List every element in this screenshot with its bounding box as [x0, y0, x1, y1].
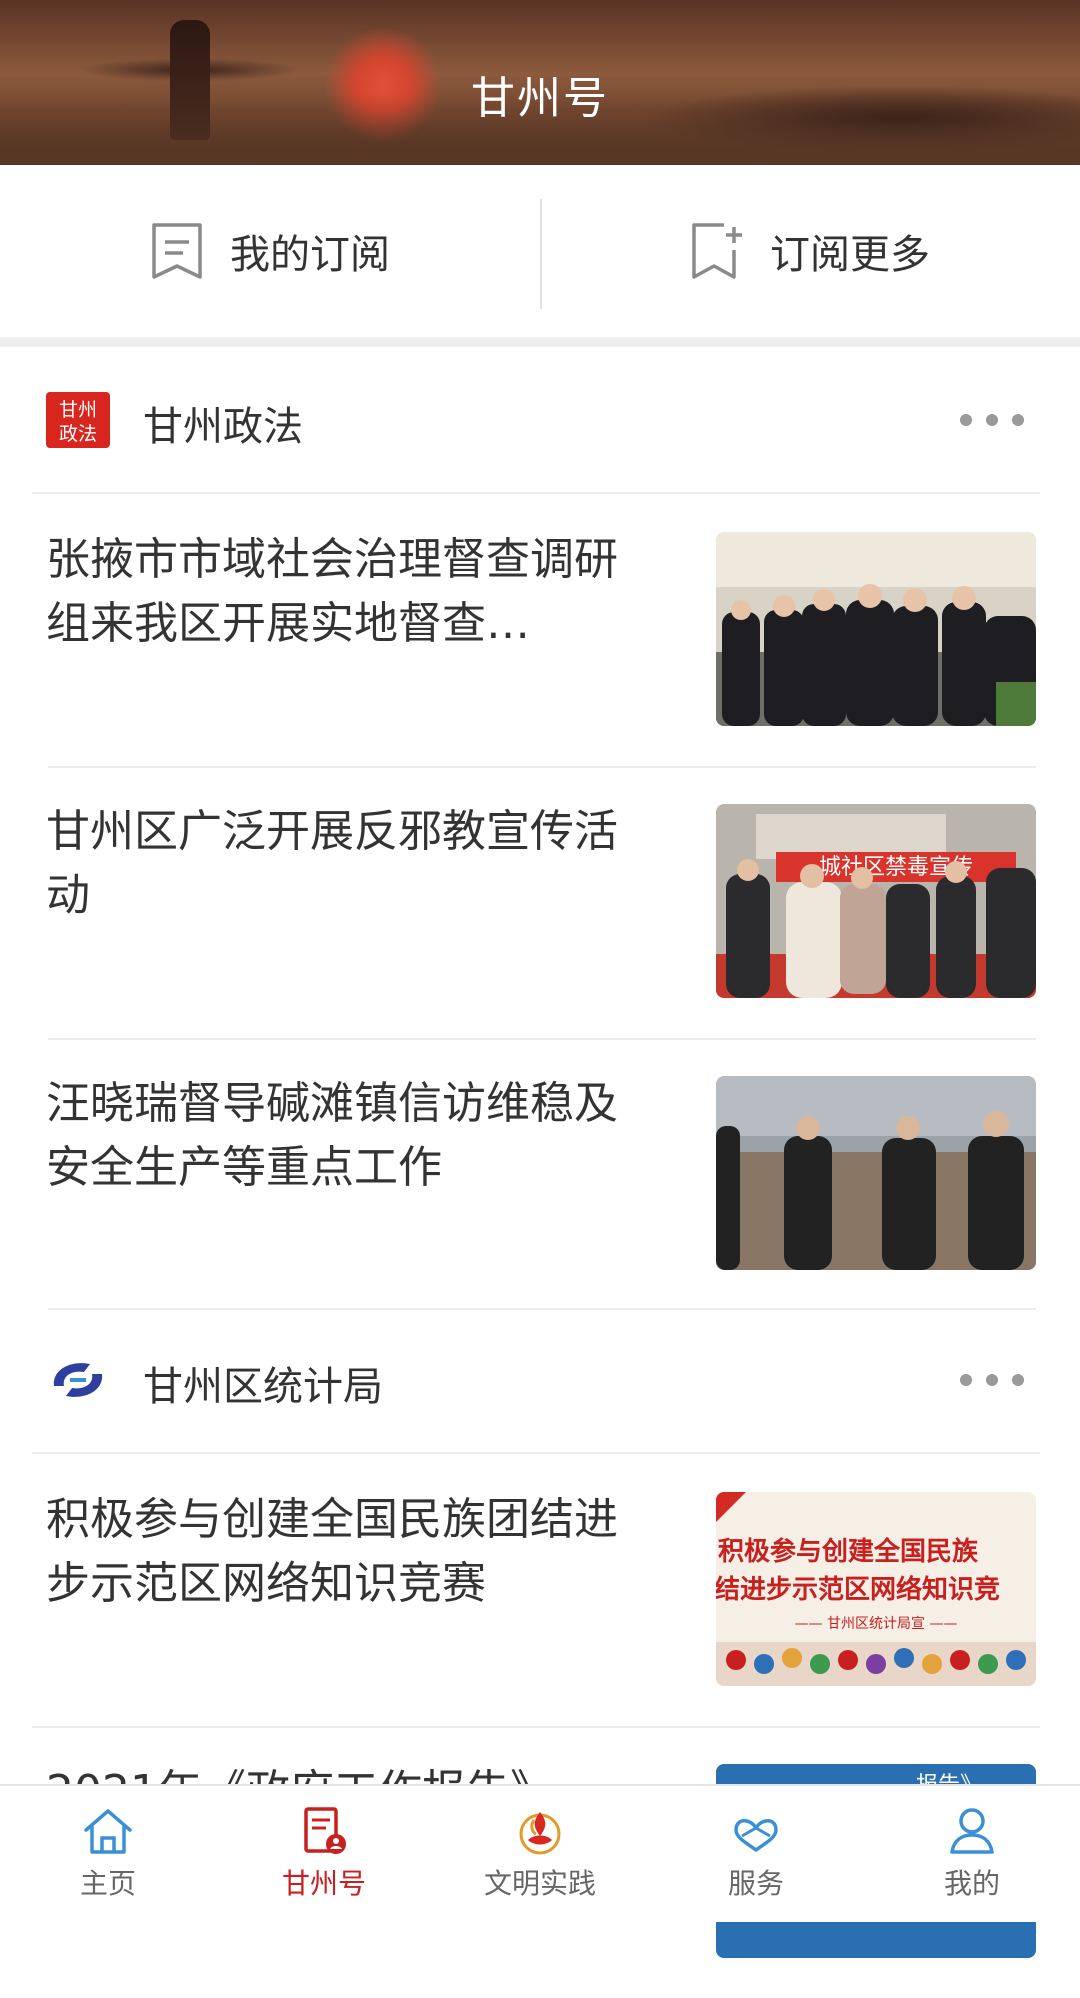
nav-wenming-shijian[interactable]: 文明实践 [432, 1786, 648, 1922]
channel-name: 甘州区统计局 [143, 1364, 383, 1410]
section-gap [0, 337, 1080, 347]
nav-ganzhouhao[interactable]: 甘州号 [216, 1786, 432, 1922]
person-icon [950, 1808, 994, 1854]
subscribe-more-button[interactable]: 订阅更多 [540, 165, 1080, 337]
my-subscriptions-button[interactable]: 我的订阅 [0, 165, 540, 337]
poster-line-1: 积极参与创建全国民族 [718, 1536, 979, 1567]
channel-header-ganzhou-zhengfa[interactable]: 甘州政法 甘州政法 [0, 350, 1080, 490]
news-item[interactable]: 积极参与创建全国民族团结进步示范区网络知识竞赛 积极参与创建全国民族 结进步示范… [0, 1454, 1080, 1726]
poster-line-2: 结进步示范区网络知识竞 [716, 1574, 1000, 1605]
dot-icon [986, 414, 998, 426]
dot-icon [1012, 1374, 1024, 1386]
news-poster: 积极参与创建全国民族 结进步示范区网络知识竞 —— 甘州区统计局宣 —— [716, 1492, 1036, 1686]
news-title: 甘州区广泛开展反邪教宣传活动 [46, 806, 618, 921]
bottom-nav: 主页 甘州号 文明实践 服务 我的 [0, 1784, 1080, 1922]
channel-header-tongjiju[interactable]: 甘州区统计局 [0, 1310, 1080, 1450]
nav-home[interactable]: 主页 [0, 1786, 216, 1922]
channel-name: 甘州政法 [143, 404, 303, 450]
subscribe-more-label: 订阅更多 [770, 232, 930, 278]
page-title: 甘州号 [471, 73, 609, 124]
bookmark-list-icon [152, 223, 202, 279]
news-item[interactable]: 张掖市市域社会治理督查调研组来我区开展实地督查… [0, 494, 1080, 766]
logo-text-line: 甘州 [59, 399, 97, 421]
dot-icon [1012, 414, 1024, 426]
more-options-button[interactable] [960, 413, 1024, 427]
subscription-bar: 我的订阅 订阅更多 [0, 165, 1080, 337]
news-thumbnail: 城社区禁毒宣传 [716, 804, 1036, 998]
heart-hands-icon [734, 1819, 778, 1852]
news-title: 张掖市市域社会治理督查调研组来我区开展实地督查… [46, 534, 618, 649]
news-item[interactable]: 汪晓瑞督导碱滩镇信访维稳及安全生产等重点工作 [0, 1038, 1080, 1310]
header-banner: 甘州号 [0, 0, 1080, 165]
ganzhou-zhengfa-logo-icon: 甘州政法 [59, 399, 97, 445]
channel-logo: 甘州政法 [46, 392, 110, 448]
more-options-button[interactable] [960, 1373, 1024, 1387]
channel-logo [46, 1352, 110, 1408]
dot-icon [960, 414, 972, 426]
nav-label: 主页 [79, 1867, 136, 1900]
nav-mine[interactable]: 我的 [864, 1786, 1080, 1922]
news-title: 汪晓瑞督导碱滩镇信访维稳及安全生产等重点工作 [46, 1078, 618, 1193]
dot-icon [960, 1374, 972, 1386]
statistics-bureau-logo-icon [53, 1363, 103, 1397]
my-subscriptions-label: 我的订阅 [230, 232, 390, 278]
nav-label: 我的 [943, 1867, 1000, 1900]
news-photo: 城社区禁毒宣传 [716, 804, 1036, 998]
news-thumbnail: 积极参与创建全国民族 结进步示范区网络知识竞 —— 甘州区统计局宣 —— [716, 1492, 1036, 1686]
document-user-icon [304, 1807, 346, 1854]
logo-text-top: 甘州政法 [59, 399, 97, 445]
poster-caption: —— 甘州区统计局宣 —— [795, 1616, 958, 1632]
news-photo [716, 532, 1036, 726]
home-icon [84, 1809, 132, 1854]
news-thumbnail [716, 1076, 1036, 1270]
nav-label: 文明实践 [483, 1867, 596, 1900]
nav-service[interactable]: 服务 [648, 1786, 864, 1922]
bookmark-add-icon [692, 223, 742, 279]
news-thumbnail [716, 532, 1036, 726]
news-photo [716, 1076, 1036, 1270]
logo-text-line: 政法 [59, 423, 97, 445]
news-item[interactable]: 甘州区广泛开展反邪教宣传活动 城社区禁毒宣传 [0, 766, 1080, 1038]
news-title: 积极参与创建全国民族团结进步示范区网络知识竞赛 [46, 1494, 618, 1609]
dot-icon [986, 1374, 998, 1386]
nav-label: 甘州号 [281, 1867, 366, 1900]
flame-logo-icon [519, 1812, 561, 1855]
nav-label: 服务 [727, 1867, 784, 1900]
